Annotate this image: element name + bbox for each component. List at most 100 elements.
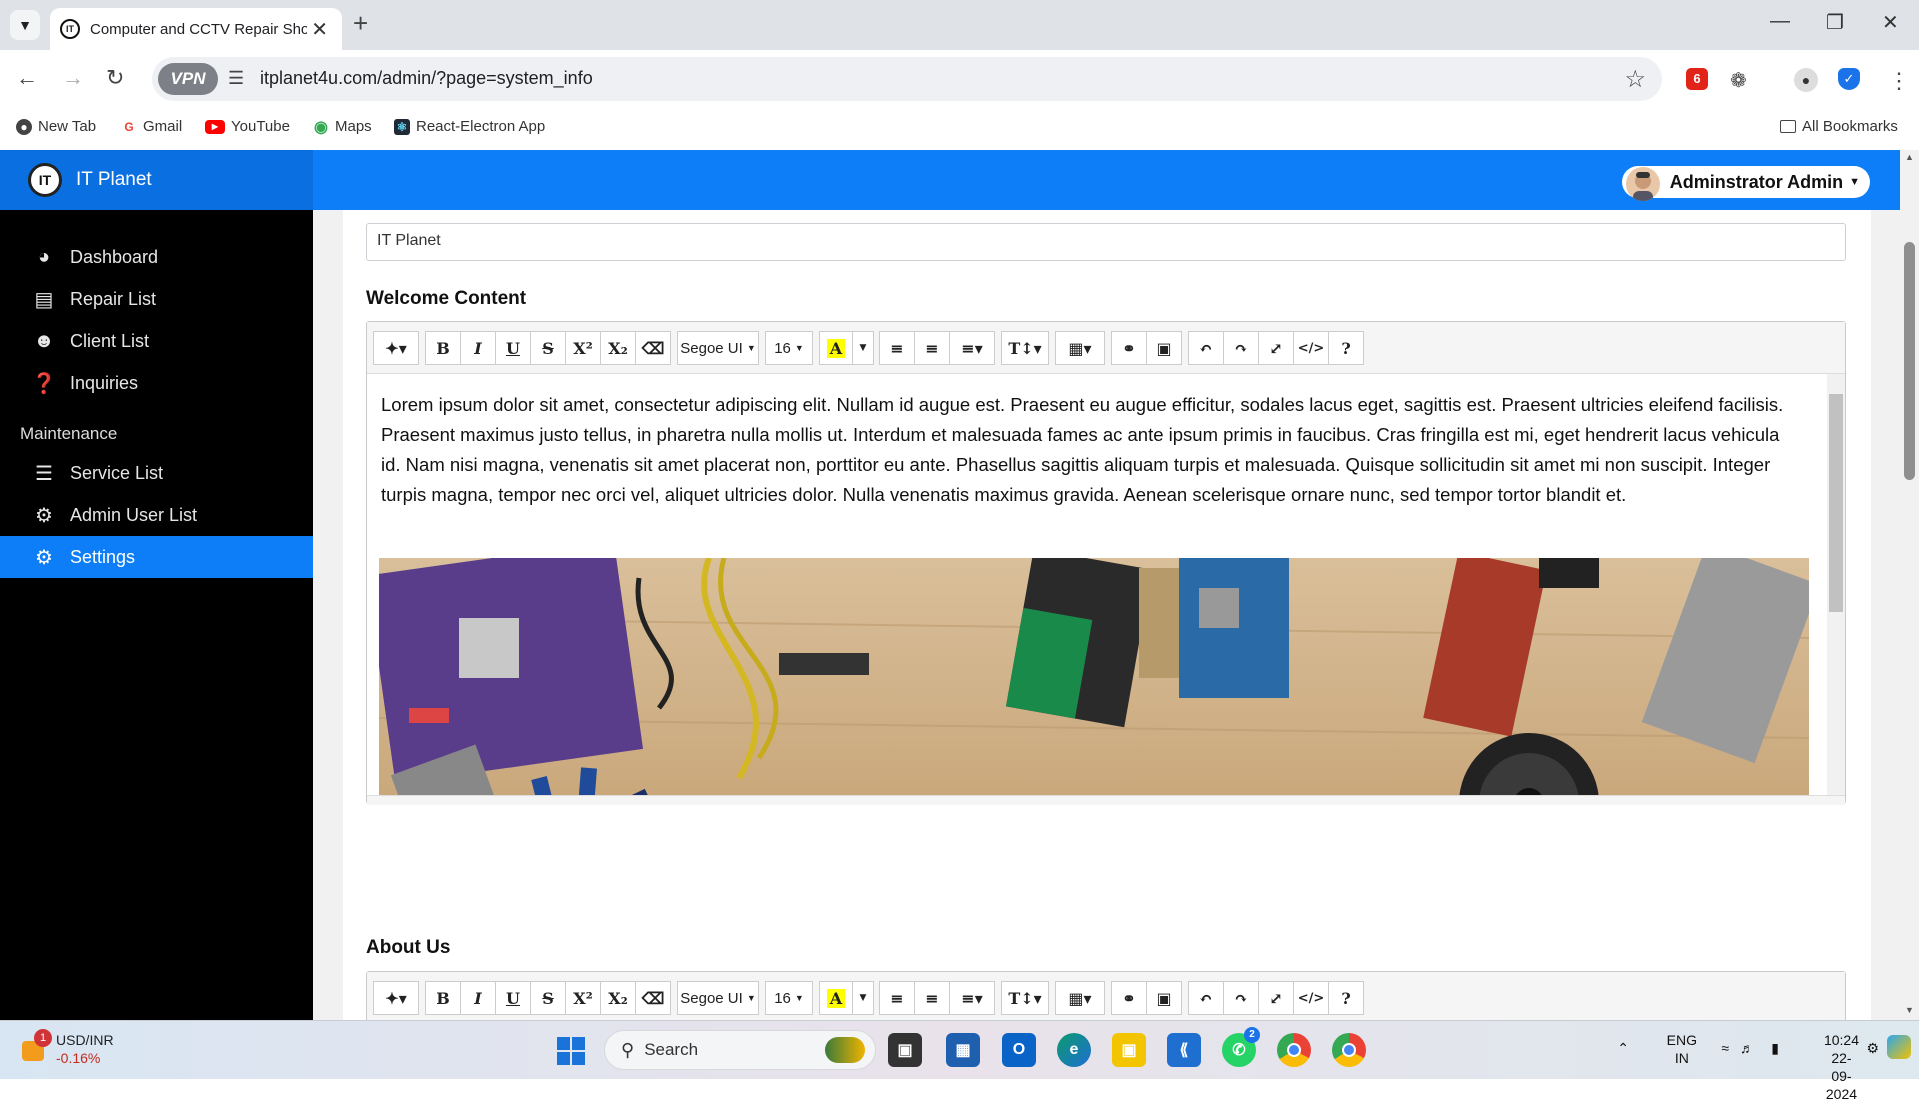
omnibox[interactable]: VPN ☰ itplanet4u.com/admin/?page=system_… [152, 57, 1662, 101]
font-size-select[interactable]: 16 ▼ [765, 331, 813, 365]
bookmark-maps[interactable]: ◉ Maps [313, 118, 372, 136]
browser-tab-active[interactable]: IT Computer and CCTV Repair Sho ✕ [50, 8, 342, 50]
adblock-extension-icon[interactable]: 6 [1686, 68, 1708, 90]
table-button[interactable]: ▦▾ [1055, 981, 1105, 1015]
restore-icon[interactable]: ❐ [1826, 10, 1844, 35]
help-button[interactable]: ? [1328, 981, 1364, 1015]
font-family-select[interactable]: Segoe UI ▼ [677, 331, 759, 365]
whatsapp-icon[interactable]: ✆ 2 [1222, 1027, 1260, 1067]
subscript-button[interactable]: X₂ [600, 981, 636, 1015]
editor-resize-handle[interactable] [367, 795, 1845, 805]
page-scrollbar[interactable]: ▲ ▼ [1900, 150, 1919, 1020]
user-menu-button[interactable]: Adminstrator Admin ▼ [1621, 166, 1870, 201]
unordered-list-button[interactable]: ≡ [914, 331, 950, 365]
italic-button[interactable]: I [460, 331, 496, 365]
scroll-down-icon[interactable]: ▼ [1905, 1005, 1914, 1015]
battery-icon[interactable]: ▮ [1771, 1039, 1779, 1057]
sidebar-item-dashboard[interactable]: ◕ Dashboard [0, 236, 313, 278]
table-button[interactable]: ▦▾ [1055, 331, 1105, 365]
clear-format-button[interactable]: ⌫ [635, 981, 671, 1015]
underline-button[interactable]: U [495, 981, 531, 1015]
outlook-icon[interactable]: O [1002, 1033, 1036, 1067]
superscript-button[interactable]: X² [565, 331, 601, 365]
strikethrough-button[interactable]: S [530, 981, 566, 1015]
profile-icon[interactable]: ● [1794, 68, 1818, 92]
tab-search-button[interactable]: ▼ [10, 10, 40, 40]
strikethrough-button[interactable]: S [530, 331, 566, 365]
magic-style-button[interactable]: ✦▾ [373, 331, 419, 365]
font-family-select[interactable]: Segoe UI ▼ [677, 981, 759, 1015]
extensions-puzzle-icon[interactable]: ❁ [1730, 68, 1747, 93]
window-close-icon[interactable]: ✕ [1882, 10, 1899, 35]
chrome-icon[interactable] [1332, 1033, 1366, 1067]
url-text[interactable]: itplanet4u.com/admin/?page=system_info [260, 68, 593, 89]
ordered-list-button[interactable]: ≡ [879, 981, 915, 1015]
clock[interactable]: 10:24 22-09-2024 [1824, 1031, 1859, 1103]
file-explorer-icon[interactable]: ▣ [1112, 1033, 1146, 1067]
sidebar-item-client-list[interactable]: ☻ Client List [0, 320, 313, 362]
system-name-input[interactable]: IT Planet [366, 223, 1846, 261]
store-icon[interactable]: ▦ [946, 1033, 980, 1067]
back-icon[interactable]: ← [16, 65, 38, 91]
sidebar-item-repair-list[interactable]: ▤ Repair List [0, 278, 313, 320]
all-bookmarks[interactable]: All Bookmarks [1780, 118, 1898, 135]
editor-scrollbar-thumb[interactable] [1829, 394, 1843, 612]
sidebar-item-service-list[interactable]: ☰ Service List [0, 452, 313, 494]
bold-button[interactable]: B [425, 981, 461, 1015]
picture-button[interactable]: ▣ [1146, 981, 1182, 1015]
ordered-list-button[interactable]: ≡ [879, 331, 915, 365]
underline-button[interactable]: U [495, 331, 531, 365]
paragraph-align-button[interactable]: ≡▾ [949, 981, 995, 1015]
volume-icon[interactable]: ♬ [1740, 1039, 1754, 1057]
text-color-button[interactable]: A [819, 981, 853, 1015]
windows-start-icon[interactable] [557, 1037, 585, 1065]
language-indicator[interactable]: ENG IN [1667, 1031, 1697, 1067]
welcome-editable-area[interactable]: Lorem ipsum dolor sit amet, consectetur … [367, 374, 1845, 795]
bookmark-react-electron[interactable]: ⚛ React-Electron App [394, 118, 545, 135]
vscode-icon[interactable]: ⟪ [1167, 1033, 1201, 1067]
clear-format-button[interactable]: ⌫ [635, 331, 671, 365]
site-settings-icon[interactable]: ☰ [228, 68, 244, 89]
undo-button[interactable]: ↶ [1188, 981, 1224, 1015]
help-button[interactable]: ? [1328, 331, 1364, 365]
subscript-button[interactable]: X₂ [600, 331, 636, 365]
superscript-button[interactable]: X² [565, 981, 601, 1015]
vpn-icon[interactable]: VPN [158, 63, 218, 95]
sidebar-item-settings[interactable]: ⚙ Settings [0, 536, 313, 578]
undo-button[interactable]: ↶ [1188, 331, 1224, 365]
picture-button[interactable]: ▣ [1146, 331, 1182, 365]
line-height-button[interactable]: T↕▾ [1001, 331, 1049, 365]
bookmark-youtube[interactable]: ▶ YouTube [205, 118, 290, 135]
brand[interactable]: IT IT Planet [0, 150, 313, 210]
minimize-icon[interactable]: — [1770, 10, 1790, 33]
color-dropdown-button[interactable]: ▼ [852, 981, 874, 1015]
edge-icon[interactable]: e [1057, 1033, 1091, 1067]
chrome-profile-icon[interactable] [1277, 1033, 1311, 1067]
notification-bell-icon[interactable]: ⚙ [1866, 1039, 1879, 1057]
sidebar-item-admin-user-list[interactable]: ⚙ Admin User List [0, 494, 313, 536]
editor-scrollbar[interactable] [1827, 374, 1845, 795]
new-tab-icon[interactable]: + [353, 8, 368, 39]
menu-kebab-icon[interactable]: ⋮ [1888, 68, 1910, 94]
font-size-select[interactable]: 16 ▼ [765, 981, 813, 1015]
redo-button[interactable]: ↷ [1223, 981, 1259, 1015]
bookmark-gmail[interactable]: G Gmail [121, 118, 182, 135]
forward-icon[interactable]: → [62, 65, 84, 91]
unordered-list-button[interactable]: ≡ [914, 981, 950, 1015]
task-view-icon[interactable]: ▣ [888, 1033, 922, 1067]
code-view-button[interactable]: </> [1293, 331, 1329, 365]
copilot-icon[interactable] [1887, 1035, 1911, 1059]
link-button[interactable]: ⚭ [1111, 331, 1147, 365]
line-height-button[interactable]: T↕▾ [1001, 981, 1049, 1015]
fullscreen-button[interactable]: ⤢ [1258, 331, 1294, 365]
fullscreen-button[interactable]: ⤢ [1258, 981, 1294, 1015]
stock-widget[interactable]: 1 USD/INR -0.16% [22, 1029, 114, 1067]
tab-close-icon[interactable]: ✕ [307, 17, 332, 42]
scroll-up-icon[interactable]: ▲ [1905, 152, 1914, 162]
bold-button[interactable]: B [425, 331, 461, 365]
color-dropdown-button[interactable]: ▼ [852, 331, 874, 365]
magic-style-button[interactable]: ✦▾ [373, 981, 419, 1015]
paragraph-align-button[interactable]: ≡▾ [949, 331, 995, 365]
redo-button[interactable]: ↷ [1223, 331, 1259, 365]
italic-button[interactable]: I [460, 981, 496, 1015]
